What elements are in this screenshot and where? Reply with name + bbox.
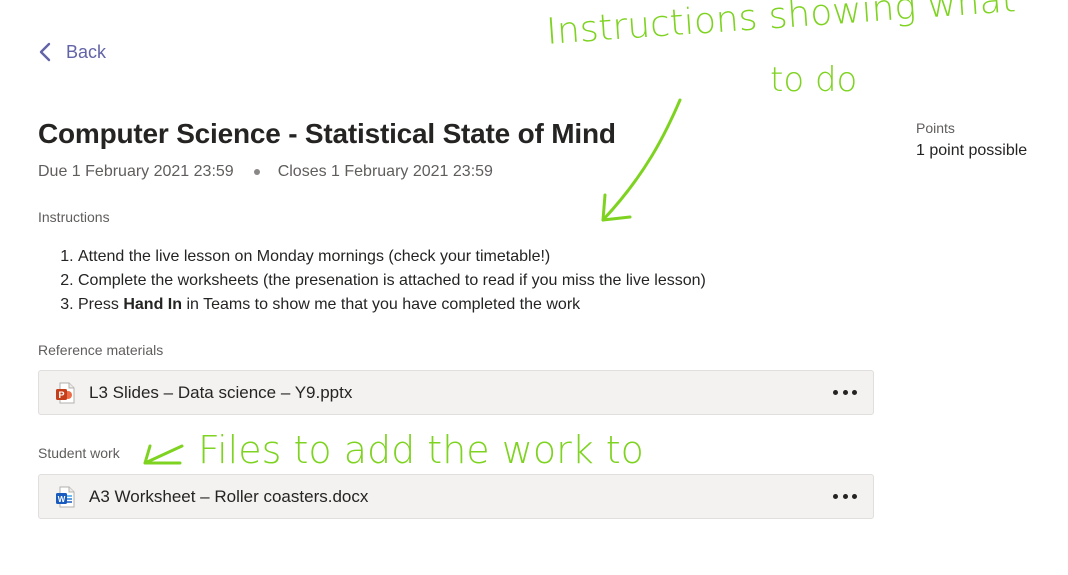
- back-button[interactable]: Back: [38, 41, 106, 63]
- more-dot: [852, 494, 857, 499]
- points-value: 1 point possible: [916, 142, 1028, 159]
- reference-file-card[interactable]: P L3 Slides – Data science – Y9.pptx: [38, 370, 874, 415]
- svg-text:P: P: [58, 390, 64, 400]
- svg-text:W: W: [58, 495, 66, 504]
- student-work-label: Student work: [38, 445, 120, 461]
- reference-materials-label: Reference materials: [38, 342, 164, 358]
- instruction-item: Press Hand In in Teams to show me that y…: [78, 293, 706, 317]
- student-work-file-card[interactable]: W A3 Worksheet – Roller coasters.docx: [38, 474, 874, 519]
- powerpoint-icon: P: [54, 382, 76, 404]
- file-name: L3 Slides – Data science – Y9.pptx: [89, 382, 353, 402]
- instruction-item: Attend the live lesson on Monday morning…: [78, 245, 706, 269]
- more-dot: [852, 390, 857, 395]
- instruction-text: Complete the worksheets (the presenation…: [78, 272, 706, 289]
- points-label: Points: [916, 120, 955, 136]
- instruction-text: in Teams to show me that you have comple…: [182, 296, 581, 313]
- instructions-list: Attend the live lesson on Monday morning…: [38, 245, 706, 317]
- more-dot: [833, 494, 838, 499]
- close-date: Closes 1 February 2021 23:59: [277, 163, 493, 180]
- instruction-item: Complete the worksheets (the presenation…: [78, 269, 706, 293]
- more-dot: [833, 390, 838, 395]
- assignment-dates: Due 1 February 2021 23:59 Closes 1 Febru…: [38, 163, 493, 181]
- more-options-button[interactable]: [833, 487, 857, 507]
- word-icon: W: [54, 486, 76, 508]
- assignment-title: Computer Science - Statistical State of …: [38, 118, 616, 149]
- hand-in-emphasis: Hand In: [123, 296, 183, 313]
- annotation-arrow-icon: [601, 98, 682, 222]
- instruction-text: Attend the live lesson on Monday morning…: [78, 248, 551, 265]
- separator-dot: [253, 169, 260, 175]
- more-options-button[interactable]: [833, 383, 857, 403]
- annotation-instructions-note-2: to do: [770, 60, 858, 100]
- back-label: Back: [66, 41, 107, 62]
- file-name: A3 Worksheet – Roller coasters.docx: [89, 486, 369, 506]
- annotation-instructions-note: Instructions showing what: [545, 0, 1017, 53]
- chevron-left-icon: [39, 42, 51, 62]
- instruction-text: Press: [78, 296, 124, 313]
- more-dot: [842, 494, 848, 499]
- due-date: Due 1 February 2021 23:59: [38, 163, 234, 180]
- annotation-student-note: Files to add the work to: [198, 428, 644, 472]
- more-dot: [842, 390, 848, 395]
- instructions-label: Instructions: [38, 209, 110, 225]
- annotation-left-arrow-icon: [143, 444, 184, 465]
